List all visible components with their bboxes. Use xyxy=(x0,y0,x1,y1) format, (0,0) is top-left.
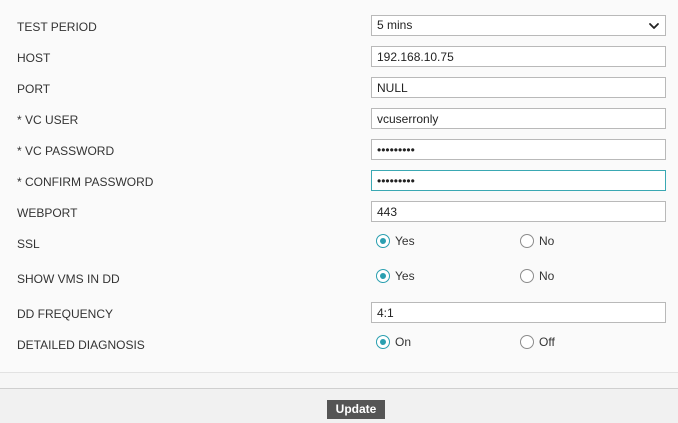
divider xyxy=(0,372,678,373)
footer-bar: Update xyxy=(0,389,678,423)
vc-user-label: * VC USER xyxy=(17,113,79,127)
show-vms-yes-radio[interactable]: Yes xyxy=(376,269,415,283)
detailed-diagnosis-label: DETAILED DIAGNOSIS xyxy=(17,338,145,352)
row-host: HOST xyxy=(0,46,678,70)
update-button[interactable]: Update xyxy=(327,400,385,419)
webport-input[interactable] xyxy=(371,201,666,222)
ssl-label: SSL xyxy=(17,237,40,251)
radio-unselected-icon xyxy=(520,234,534,248)
ssl-no-radio[interactable]: No xyxy=(520,234,554,248)
diagnosis-on-label: On xyxy=(395,335,412,349)
port-input[interactable] xyxy=(371,77,666,98)
show-vms-in-dd-label: SHOW VMS IN DD xyxy=(17,272,120,286)
host-label: HOST xyxy=(17,51,51,65)
radio-unselected-icon xyxy=(520,335,534,349)
radio-selected-icon xyxy=(376,269,390,283)
show-vms-no-label: No xyxy=(539,269,555,283)
ssl-yes-radio[interactable]: Yes xyxy=(376,234,415,248)
ssl-yes-label: Yes xyxy=(395,234,415,248)
show-vms-yes-label: Yes xyxy=(395,269,415,283)
row-test-period: TEST PERIOD 5 mins xyxy=(0,15,678,39)
vc-password-input[interactable] xyxy=(371,139,666,160)
row-vc-user: * VC USER xyxy=(0,108,678,132)
ssl-no-label: No xyxy=(539,234,555,248)
radio-selected-icon xyxy=(376,335,390,349)
test-period-value: 5 mins xyxy=(377,18,413,32)
dd-frequency-input[interactable] xyxy=(371,302,666,323)
row-webport: WEBPORT xyxy=(0,201,678,225)
chevron-down-icon xyxy=(649,22,659,29)
test-period-label: TEST PERIOD xyxy=(17,20,97,34)
row-detailed-diagnosis: DETAILED DIAGNOSIS On Off xyxy=(0,333,678,357)
vc-user-input[interactable] xyxy=(371,108,666,129)
show-vms-no-radio[interactable]: No xyxy=(520,269,554,283)
row-dd-frequency: DD FREQUENCY xyxy=(0,302,678,326)
vc-password-label: * VC PASSWORD xyxy=(17,144,115,158)
test-period-select[interactable]: 5 mins xyxy=(371,15,666,36)
confirm-password-label: * CONFIRM PASSWORD xyxy=(17,175,154,189)
settings-form: TEST PERIOD 5 mins HOST PORT * VC USER *… xyxy=(0,0,678,372)
diagnosis-on-radio[interactable]: On xyxy=(376,335,411,349)
row-vc-password: * VC PASSWORD xyxy=(0,139,678,163)
confirm-password-input[interactable] xyxy=(371,170,666,191)
radio-unselected-icon xyxy=(520,269,534,283)
port-label: PORT xyxy=(17,82,51,96)
diagnosis-off-radio[interactable]: Off xyxy=(520,335,555,349)
diagnosis-off-label: Off xyxy=(539,335,555,349)
row-confirm-password: * CONFIRM PASSWORD xyxy=(0,170,678,194)
dd-frequency-label: DD FREQUENCY xyxy=(17,307,114,321)
row-show-vms-in-dd: SHOW VMS IN DD Yes No xyxy=(0,267,678,291)
row-ssl: SSL Yes No xyxy=(0,232,678,256)
host-input[interactable] xyxy=(371,46,666,67)
radio-selected-icon xyxy=(376,234,390,248)
webport-label: WEBPORT xyxy=(17,206,78,220)
row-port: PORT xyxy=(0,77,678,101)
